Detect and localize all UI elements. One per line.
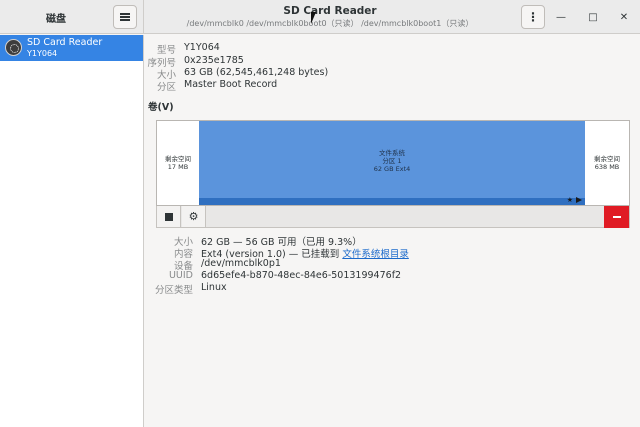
volume-toolbar: ⚙	[156, 206, 630, 228]
free-right-label: 剩余空间	[594, 155, 620, 163]
close-button[interactable]: ✕	[616, 9, 632, 25]
partitioning-value: Master Boot Record	[184, 79, 278, 90]
partition-usage-bar	[199, 198, 585, 205]
partition-size: 62 GB Ext4	[373, 165, 411, 173]
size-value: 63 GB (62,545,461,248 bytes)	[184, 67, 329, 78]
free-left-label: 剩余空间	[165, 155, 191, 163]
partition-name: 分区 1	[382, 157, 402, 165]
minus-icon	[612, 216, 621, 218]
volume-map: 剩余空间 17 MB 文件系统 分区 1 62 GB Ext4 ★ 剩余空间 6…	[156, 120, 630, 206]
model-value: Y1Y064	[184, 42, 220, 53]
serial-value: 0x235e1785	[184, 55, 244, 66]
window-title: SD Card Reader	[283, 5, 377, 17]
maximize-button[interactable]: □	[585, 9, 601, 25]
sidebar-title: 磁盘	[46, 14, 66, 25]
vol-uuid-value: 6d65efe4-b870-48ec-84e6-5013199476f2	[201, 270, 402, 281]
minimize-button[interactable]: —	[553, 9, 569, 25]
vertical-dots-icon: ⋮	[527, 10, 539, 24]
sidebar-header: 磁盘	[0, 0, 144, 34]
device-list: SD Card Reader Y1Y064	[0, 35, 144, 427]
stop-icon	[164, 212, 173, 221]
mounted-play-icon	[576, 197, 582, 203]
mouse-cursor	[311, 12, 316, 24]
drive-options-button[interactable]: ⋮	[521, 5, 545, 29]
free-space-right[interactable]: 剩余空间 638 MB	[585, 121, 629, 205]
window-subtitle: /dev/mmcblk0 /dev/mmcblk0boot0（只读） /dev/…	[186, 19, 474, 28]
partitioning-label: 分区	[156, 82, 176, 93]
disks-window: 磁盘 SD Card Reader /dev/mmcblk0 /dev/mmcb…	[0, 0, 640, 427]
partition-fs-label: 文件系统	[379, 149, 405, 157]
gears-icon: ⚙	[188, 210, 199, 223]
unmount-button[interactable]	[157, 206, 181, 227]
volumes-heading: 卷(V)	[148, 102, 174, 113]
free-left-size: 17 MB	[167, 163, 189, 171]
hamburger-icon	[120, 13, 130, 21]
partition-options-button[interactable]: ⚙	[182, 206, 206, 227]
delete-partition-button[interactable]	[604, 206, 629, 228]
vol-partition-type-value: Linux	[201, 282, 227, 293]
free-right-size: 638 MB	[594, 163, 620, 171]
vol-uuid-label: UUID	[168, 270, 193, 281]
mount-point-link[interactable]: 文件系统根目录	[342, 249, 409, 260]
star-icon: ★	[566, 196, 573, 204]
vol-device-value: /dev/mmcblk0p1	[201, 258, 281, 269]
main-menu-button[interactable]	[113, 5, 137, 29]
vol-partition-type-label: 分区类型	[154, 285, 193, 296]
header-bar: SD Card Reader /dev/mmcblk0 /dev/mmcblk0…	[144, 0, 640, 34]
partition-1-segment[interactable]: 文件系统 分区 1 62 GB Ext4 ★	[199, 121, 585, 205]
model-label: 型号	[156, 45, 176, 56]
free-space-left[interactable]: 剩余空间 17 MB	[157, 121, 199, 205]
